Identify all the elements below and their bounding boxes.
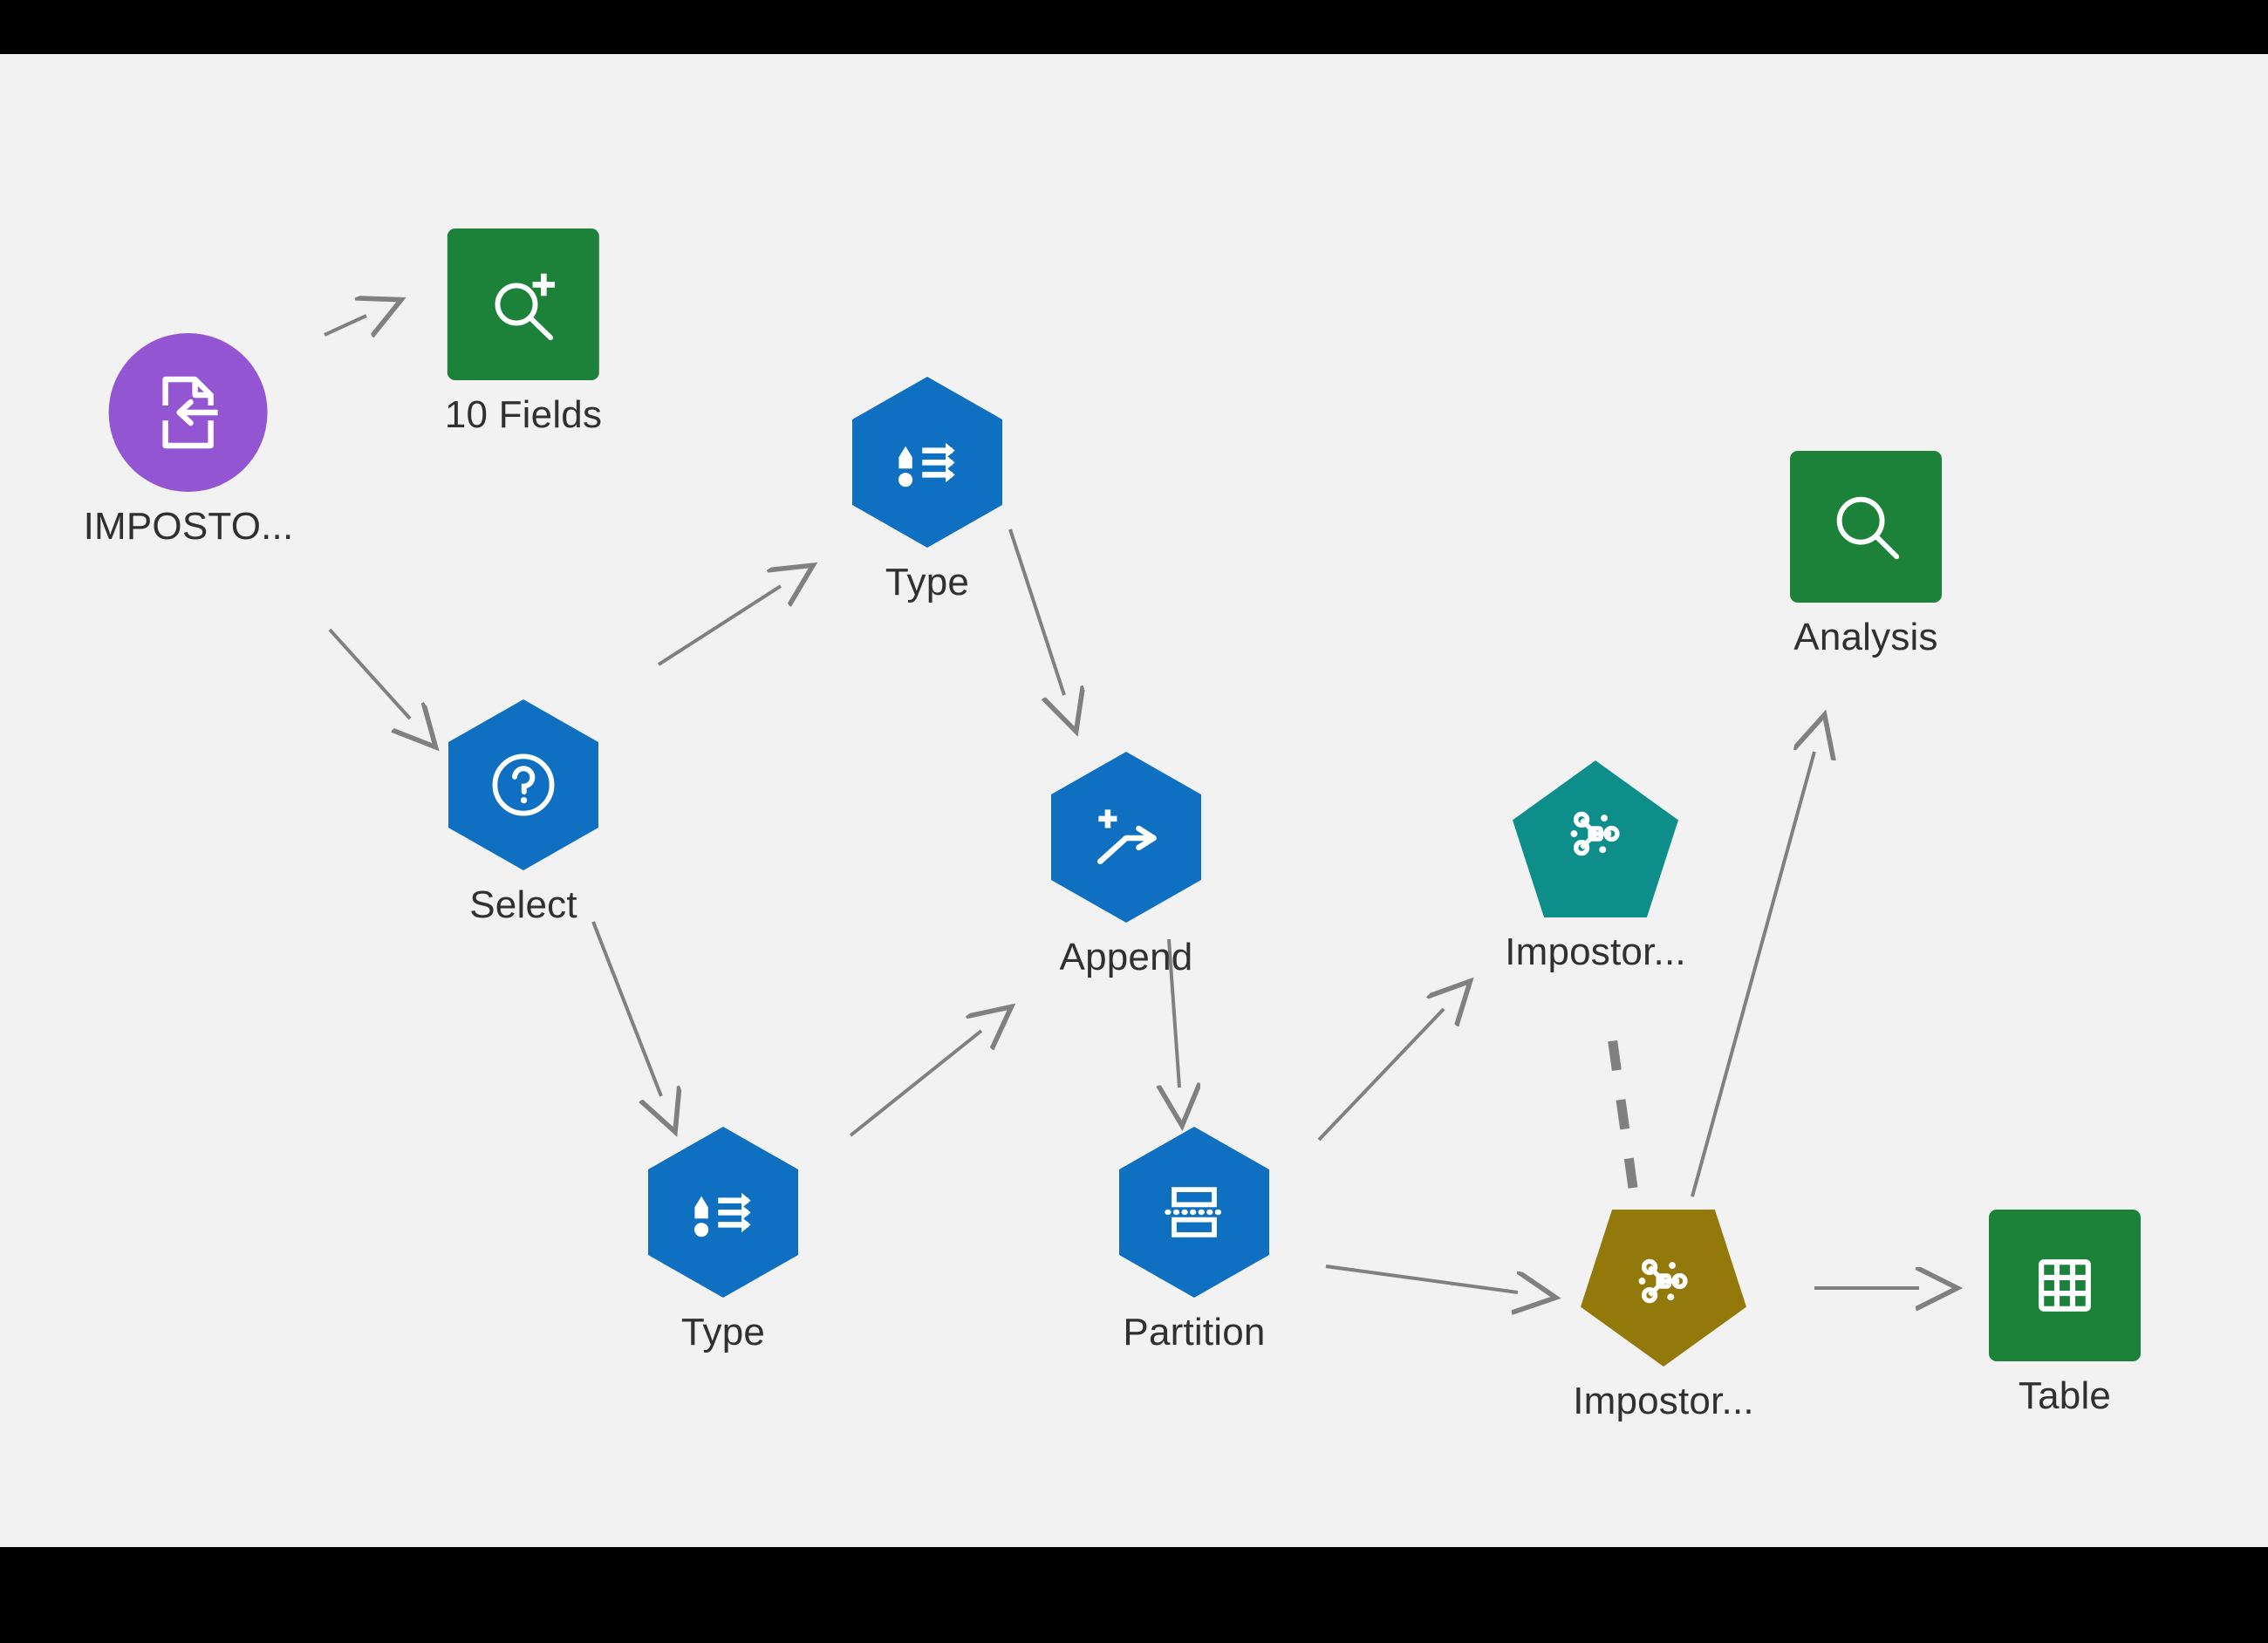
network-graph-icon <box>1570 811 1620 856</box>
type-list-arrows-icon <box>694 1192 751 1237</box>
edge-select-to-type-top <box>657 586 781 666</box>
magnifier-icon <box>1836 496 1900 560</box>
node-append-label: Append <box>1059 936 1193 978</box>
node-analysis-label: Analysis <box>1793 616 1938 658</box>
table-shape-square[interactable] <box>1989 1210 2141 1361</box>
type-top-shape-hexagon[interactable] <box>852 377 1002 548</box>
partition-shape-hexagon[interactable] <box>1119 1127 1269 1298</box>
node-append[interactable]: Append <box>1051 752 1201 977</box>
analysis-shape-square[interactable] <box>1790 451 1942 603</box>
node-table[interactable]: Table <box>1989 1210 2141 1415</box>
partition-split-icon <box>1165 1187 1224 1237</box>
network-graph-icon <box>1638 1258 1688 1304</box>
node-select[interactable]: Select <box>448 699 598 924</box>
node-source[interactable]: IMPOSTO... <box>84 333 294 546</box>
source-shape-circle[interactable] <box>109 333 268 492</box>
edge-impostor-gold-to-analysis <box>1691 752 1814 1197</box>
node-type-bottom-label: Type <box>680 1311 766 1353</box>
node-analysis[interactable]: Analysis <box>1790 451 1942 657</box>
document-import-icon <box>159 376 218 449</box>
select-shape-hexagon[interactable] <box>448 699 598 870</box>
screenshot-stage: IMPOSTO... 10 Fields Type Select Append … <box>0 0 2268 1643</box>
node-impostor-gold-label: Impostor... <box>1573 1380 1754 1422</box>
edge-select-to-type-bottom <box>591 921 661 1096</box>
question-mark-circle-icon <box>492 753 555 816</box>
node-type-bottom[interactable]: Type <box>648 1127 798 1352</box>
impostor-gold-shape-pentagon[interactable] <box>1581 1210 1746 1367</box>
node-partition[interactable]: Partition <box>1119 1127 1269 1352</box>
node-type-top-label: Type <box>885 561 970 603</box>
grid-table-icon <box>2039 1259 2091 1312</box>
magnifier-plus-icon <box>495 273 556 341</box>
node-source-label: IMPOSTO... <box>83 505 294 548</box>
node-type-top[interactable]: Type <box>852 377 1002 602</box>
edge-partition-to-impostor-gold <box>1325 1265 1518 1292</box>
node-impostor-teal-label: Impostor... <box>1505 931 1686 973</box>
append-shape-hexagon[interactable] <box>1051 752 1201 923</box>
impostor-teal-shape-pentagon[interactable] <box>1513 760 1678 917</box>
node-table-label: Table <box>2018 1374 2112 1417</box>
edge-source-to-select <box>328 628 410 719</box>
edge-impostor-gold-to-impostor-teal-dashed <box>1604 1017 1638 1189</box>
node-select-label: Select <box>469 883 577 926</box>
node-impostor-gold[interactable]: Impostor... <box>1573 1210 1754 1421</box>
edge-partition-to-impostor-teal <box>1317 1009 1444 1142</box>
fields-shape-square[interactable] <box>447 228 599 380</box>
node-partition-label: Partition <box>1123 1311 1266 1353</box>
edge-type-bottom-to-append <box>849 1031 981 1137</box>
edge-type-top-to-append <box>1008 528 1064 695</box>
type-list-arrows-icon <box>898 442 955 487</box>
node-fields[interactable]: 10 Fields <box>445 228 602 434</box>
plus-merge-arrow-icon <box>1097 809 1157 865</box>
edge-source-to-fields <box>324 316 366 335</box>
node-impostor-teal[interactable]: Impostor... <box>1505 760 1686 971</box>
stream-canvas[interactable]: IMPOSTO... 10 Fields Type Select Append … <box>0 54 2268 1547</box>
node-fields-label: 10 Fields <box>444 393 603 436</box>
type-bottom-shape-hexagon[interactable] <box>648 1127 798 1298</box>
